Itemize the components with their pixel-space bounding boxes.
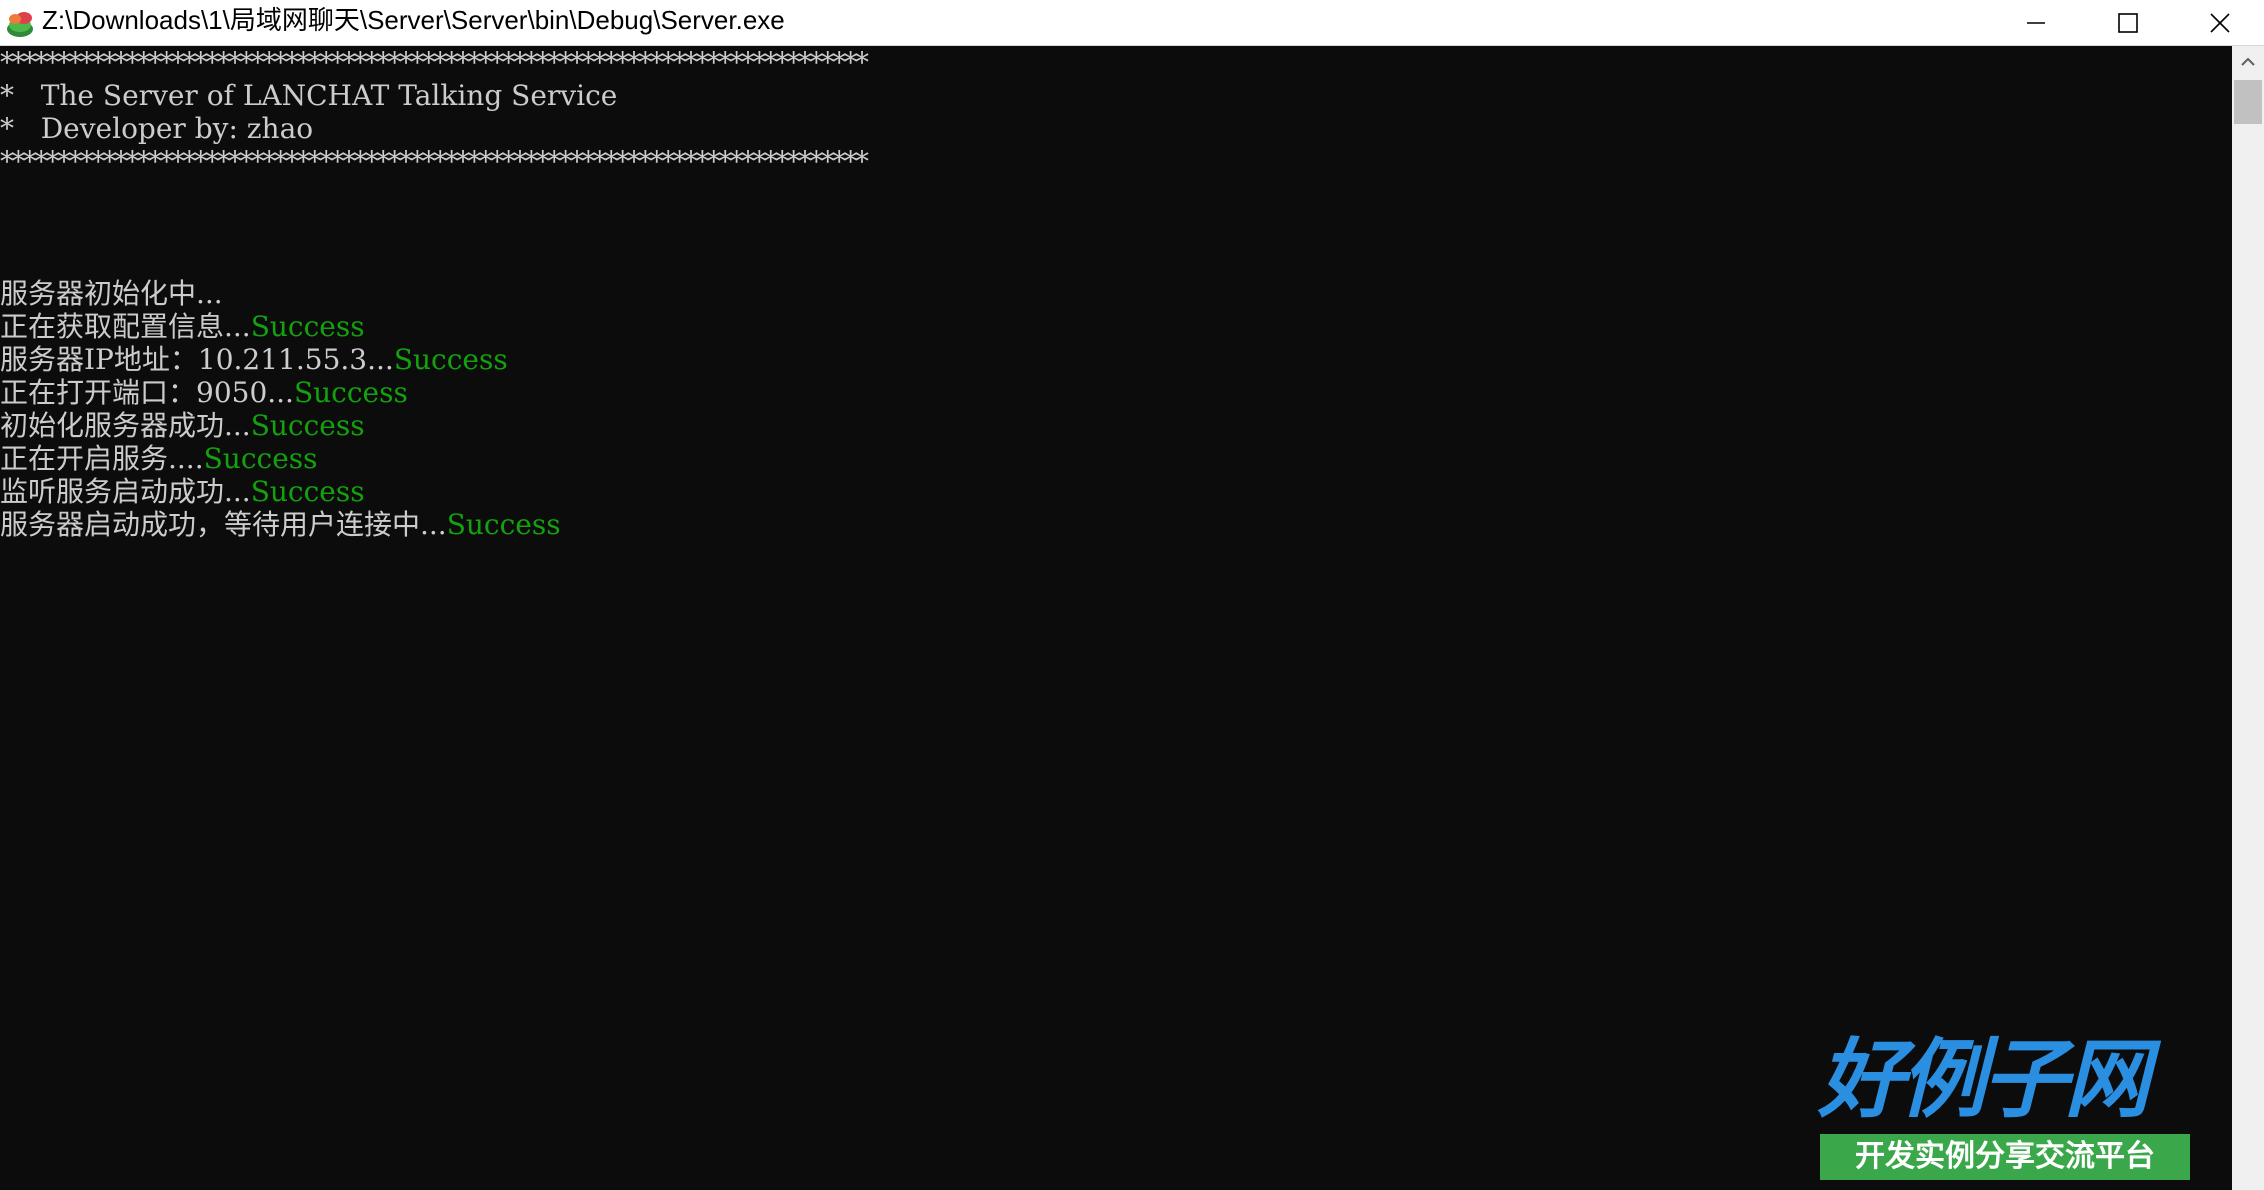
log-status: Success [250,475,365,508]
log-line: 服务器IP地址：10.211.55.3...Success [0,343,508,376]
banner-title-line: * The Server of LANCHAT Talking Service [0,79,618,112]
log-line: 初始化服务器成功...Success [0,409,365,442]
log-text: 正在开启服务.... [0,442,204,475]
log-text: 服务器初始化中... [0,277,223,310]
close-icon [2210,13,2230,33]
log-text: 初始化服务器成功... [0,409,251,442]
watermark-logo-text: 好例子网 [1818,1029,2150,1130]
vertical-scrollbar[interactable] [2232,46,2264,1190]
log-line: 正在打开端口：9050...Success [0,376,408,409]
log-line: 正在开启服务....Success [0,442,318,475]
banner-border-bottom: ****************************************… [0,145,869,178]
minimize-icon [2027,22,2045,24]
log-text: 服务器IP地址：10.211.55.3... [0,343,394,376]
log-text: 正在获取配置信息... [0,310,251,343]
minimize-button[interactable] [1990,0,2082,46]
console-app-icon [7,12,33,37]
log-line: 服务器启动成功，等待用户连接中...Success [0,508,561,541]
maximize-icon [2118,13,2138,33]
title-bar[interactable]: Z:\Downloads\1\局域网聊天\Server\Server\bin\D… [0,0,2264,46]
window-title: Z:\Downloads\1\局域网聊天\Server\Server\bin\D… [42,5,785,35]
log-text: 服务器启动成功，等待用户连接中... [0,508,447,541]
close-button[interactable] [2174,0,2264,46]
log-text: 正在打开端口：9050... [0,376,294,409]
log-status: Success [250,409,365,442]
log-status: Success [250,310,365,343]
banner-developer-line: * Developer by: zhao [0,112,314,145]
log-line: 服务器初始化中... [0,277,223,310]
log-status: Success [446,508,561,541]
maximize-button[interactable] [2082,0,2174,46]
banner-border-top: ****************************************… [0,46,869,79]
log-status: Success [393,343,508,376]
watermark-logo: 好例子网 开发实例分享交流平台 [1818,1030,2190,1180]
scroll-up-button[interactable] [2232,46,2264,78]
scroll-thumb[interactable] [2234,80,2262,124]
log-status: Success [293,376,408,409]
log-text: 监听服务启动成功... [0,475,251,508]
watermark-tagline: 开发实例分享交流平台 [1820,1134,2190,1180]
log-status: Success [203,442,318,475]
log-line: 正在获取配置信息...Success [0,310,365,343]
log-line: 监听服务启动成功...Success [0,475,365,508]
console-output[interactable]: ****************************************… [0,46,2232,1190]
chevron-up-icon [2241,57,2255,66]
